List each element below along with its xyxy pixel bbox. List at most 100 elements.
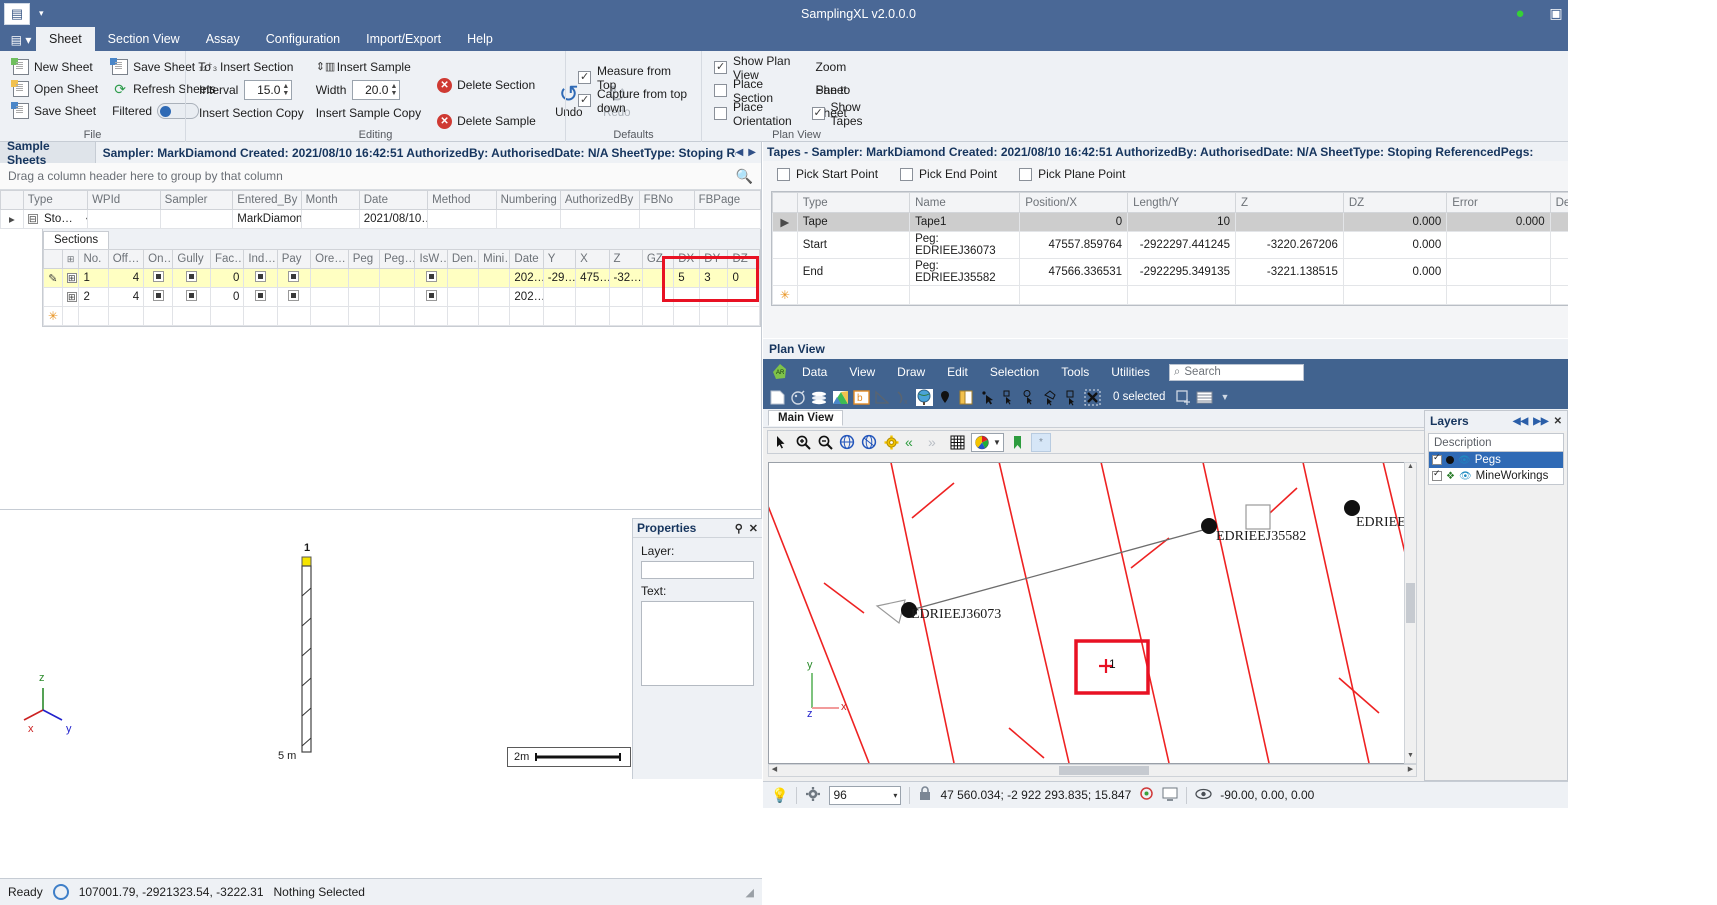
cell-fbno[interactable]	[639, 210, 694, 229]
sec-col-peg[interactable]: Peg	[348, 250, 379, 269]
place-orientation-checkbox[interactable]	[714, 107, 727, 120]
bulb-icon[interactable]: 💡	[771, 787, 788, 804]
search-icon[interactable]: 🔍	[736, 168, 753, 185]
col-fbpage[interactable]: FBPage	[694, 191, 760, 210]
new-cell[interactable]	[348, 307, 379, 326]
plan-view-map-canvas[interactable]: EDRIEEJ36073 EDRIEEJ35582 EDRIEE 1 y x z	[768, 462, 1415, 764]
menu-selection[interactable]: Selection	[979, 365, 1050, 379]
place-orientation-row[interactable]: Place Orientation	[710, 102, 808, 125]
sec-col-gully[interactable]: Gully	[173, 250, 211, 269]
pick-point-icon[interactable]	[979, 389, 996, 406]
cell-sampler[interactable]	[160, 210, 233, 229]
horizontal-scroll-thumb[interactable]	[1059, 766, 1149, 775]
sec-col-x[interactable]: X	[576, 250, 609, 269]
delete-section-button[interactable]: ✕ Delete Section	[432, 74, 541, 96]
globe-rotate-icon[interactable]	[839, 434, 856, 451]
list-item[interactable]: 👁 Pegs	[1429, 452, 1563, 468]
app-logo-icon[interactable]: AR	[769, 362, 791, 382]
canvas-horizontal-scrollbar[interactable]: ◀ ▶	[768, 764, 1417, 777]
tape-z[interactable]: -3220.267206	[1235, 232, 1343, 259]
rewind-icon[interactable]: «	[905, 434, 922, 451]
target-icon[interactable]	[1139, 786, 1154, 804]
capture-from-top-down-row[interactable]: Capture from top down	[574, 89, 693, 112]
cell-sec-date[interactable]: 202…	[510, 269, 543, 288]
sec-col-ore[interactable]: Ore…	[311, 250, 349, 269]
save-sheet-button[interactable]: Save Sheet	[8, 100, 103, 122]
table-row[interactable]: ▸ ⊟ Sto… ▾ MarkDiamond 2021/08/10…	[1, 210, 761, 229]
menu-draw[interactable]: Draw	[886, 365, 936, 379]
cell-dy[interactable]	[700, 288, 728, 307]
cell-gz[interactable]	[642, 269, 673, 288]
sec-col-gz[interactable]: GZ	[642, 250, 673, 269]
pointer-icon[interactable]	[773, 434, 790, 451]
tab-import-export[interactable]: Import/Export	[353, 27, 454, 51]
new-cell[interactable]	[379, 307, 414, 326]
cell-wpid[interactable]	[88, 210, 161, 229]
pick-start-point-checkbox[interactable]	[777, 168, 790, 181]
tape-length-y[interactable]: -2922297.441245	[1128, 232, 1236, 259]
show-tapes-row[interactable]: Show Tapes	[808, 102, 883, 125]
cell-z[interactable]	[609, 288, 642, 307]
menu-view[interactable]: View	[838, 365, 886, 379]
new-cell[interactable]	[797, 286, 909, 305]
table-icon[interactable]	[1196, 389, 1213, 406]
tab-sheet-document[interactable]: Sampler: MarkDiamond Created: 2021/08/10…	[96, 142, 736, 163]
sec-col-ind[interactable]: Ind…	[244, 250, 277, 269]
new-cell[interactable]	[1128, 286, 1236, 305]
cell-authorizedby[interactable]	[560, 210, 639, 229]
cell-dx[interactable]	[674, 288, 700, 307]
cell-gully[interactable]	[173, 288, 211, 307]
new-cell[interactable]	[311, 307, 349, 326]
cell-ore[interactable]	[311, 269, 349, 288]
cell-no[interactable]: 1	[79, 269, 108, 288]
new-cell[interactable]	[244, 307, 277, 326]
cell-fac[interactable]: 0	[210, 269, 243, 288]
tape-z[interactable]	[1235, 213, 1343, 232]
tapes-col-length-y[interactable]: Length/Y	[1128, 193, 1236, 213]
sec-col-dy[interactable]: DY	[700, 250, 728, 269]
tape-name[interactable]: Peg: EDRIEEJ36073	[910, 232, 1020, 259]
cell-x[interactable]: 475…	[576, 269, 609, 288]
pay-checkbox[interactable]	[288, 290, 299, 301]
cell-ind[interactable]	[244, 269, 277, 288]
expand-icon[interactable]: ⊞	[67, 273, 77, 283]
interval-control[interactable]: Interval 15.0 ▲▼	[194, 78, 309, 102]
cell-fbpage[interactable]	[694, 210, 760, 229]
cell-z[interactable]: -32…	[609, 269, 642, 288]
tape-length-y[interactable]: -2922295.349135	[1128, 259, 1236, 286]
pin-icon[interactable]	[937, 389, 954, 406]
col-authorizedby[interactable]: AuthorizedBy	[560, 191, 639, 210]
map-icon[interactable]	[832, 389, 849, 406]
cell-dx[interactable]: 5	[674, 269, 700, 288]
cell-dy[interactable]: 3	[700, 269, 728, 288]
list-item[interactable]: ❖ 👁 MineWorkings	[1429, 468, 1563, 484]
layer-field[interactable]	[641, 561, 754, 579]
menu-edit[interactable]: Edit	[936, 365, 979, 379]
cell-x[interactable]	[576, 288, 609, 307]
eye-icon[interactable]: 👁	[1458, 455, 1471, 466]
cell-gz[interactable]	[642, 288, 673, 307]
sec-col-selector[interactable]: ⊞	[62, 250, 79, 269]
cell-mini[interactable]	[479, 288, 510, 307]
curve-icon[interactable]: x	[895, 389, 912, 406]
sec-col-dz[interactable]: DZ	[728, 250, 760, 269]
gully-checkbox[interactable]	[186, 290, 197, 301]
cell-peg2[interactable]	[379, 288, 414, 307]
dropdown-caret-icon[interactable]: ▼	[1220, 392, 1229, 402]
tapes-col-position-x[interactable]: Position/X	[1020, 193, 1128, 213]
pay-checkbox[interactable]	[288, 271, 299, 282]
quick-access-caret-icon[interactable]: ▾	[39, 8, 44, 19]
cell-ind[interactable]	[244, 288, 277, 307]
menu-data[interactable]: Data	[791, 365, 838, 379]
sec-col-y[interactable]: Y	[543, 250, 575, 269]
menu-tools[interactable]: Tools	[1050, 365, 1100, 379]
expand-icon[interactable]: ⊞	[67, 292, 77, 302]
sec-col-fac[interactable]: Fac…	[210, 250, 243, 269]
sec-col-peg2[interactable]: Peg…	[379, 250, 414, 269]
canvas-vertical-scrollbar[interactable]: ▲ ▼	[1404, 462, 1417, 764]
cell-entered-by[interactable]: MarkDiamond	[233, 210, 301, 229]
width-control[interactable]: Width 20.0 ▲▼	[311, 78, 426, 102]
pick-end-point-row[interactable]: Pick End Point	[900, 167, 997, 181]
ind-checkbox[interactable]	[255, 271, 266, 282]
pick-plane-point-checkbox[interactable]	[1019, 168, 1032, 181]
